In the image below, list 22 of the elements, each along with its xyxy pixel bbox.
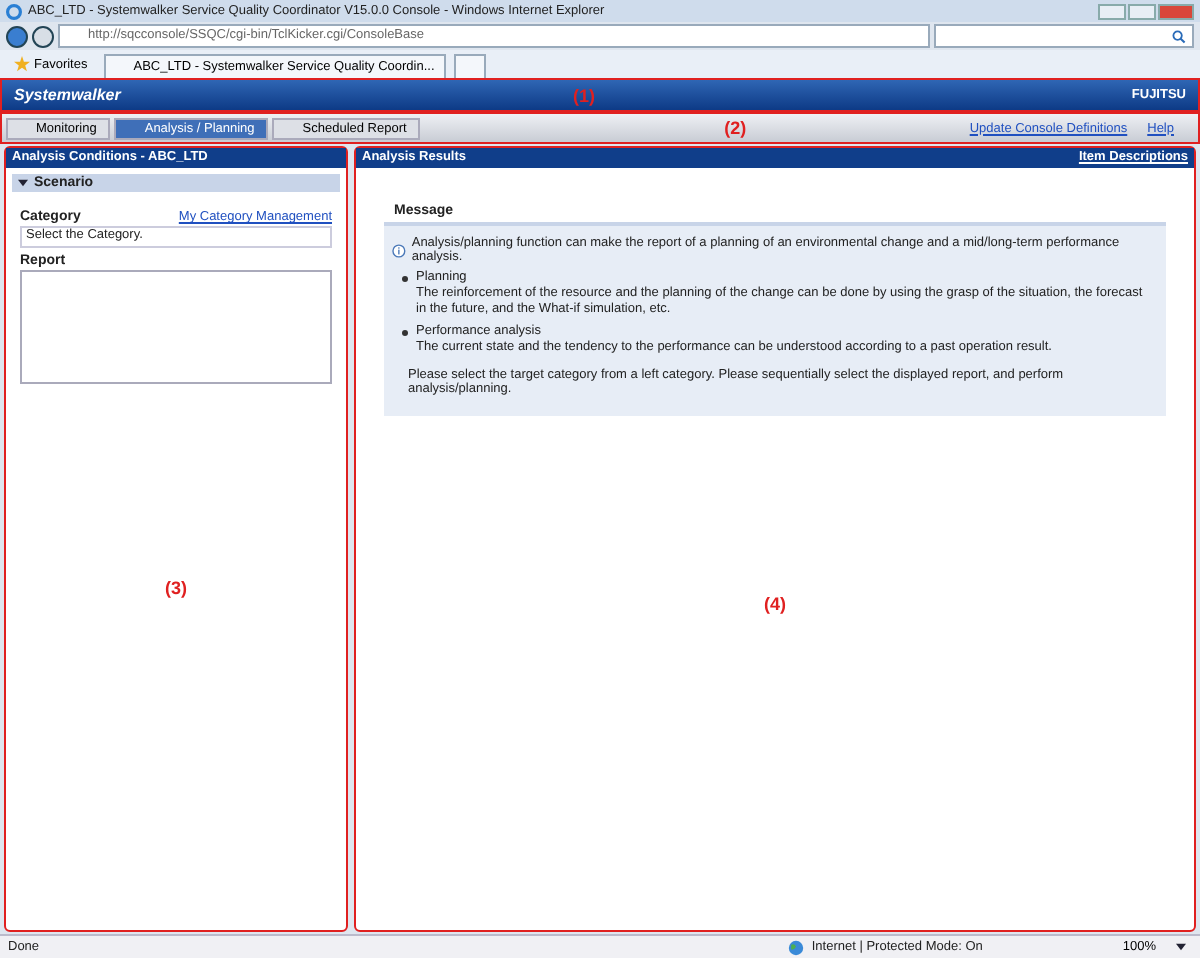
collapse-triangle-icon [18,177,28,188]
new-tab-button[interactable] [454,54,487,78]
maximize-button[interactable] [1128,3,1156,19]
bullet-icon [402,330,408,336]
globe-icon [787,939,804,955]
search-field[interactable] [934,24,1194,48]
close-button[interactable] [1158,3,1194,19]
minimize-button[interactable] [1098,3,1126,19]
callout-label: (3) [165,578,187,598]
report-list[interactable] [20,270,332,384]
bullet-icon [402,276,408,282]
star-icon [14,56,30,72]
app-logo: Systemwalker [14,86,124,104]
info-icon [392,243,406,257]
dropdown-triangle-icon [1176,942,1186,952]
back-button[interactable] [6,25,28,47]
callout-label: (1) [572,85,597,105]
callout-label: (2) [722,118,749,138]
forward-button[interactable] [32,25,54,47]
callout-label: (4) [764,593,786,613]
search-icon [1172,29,1186,43]
browser-logo-icon [6,3,22,19]
